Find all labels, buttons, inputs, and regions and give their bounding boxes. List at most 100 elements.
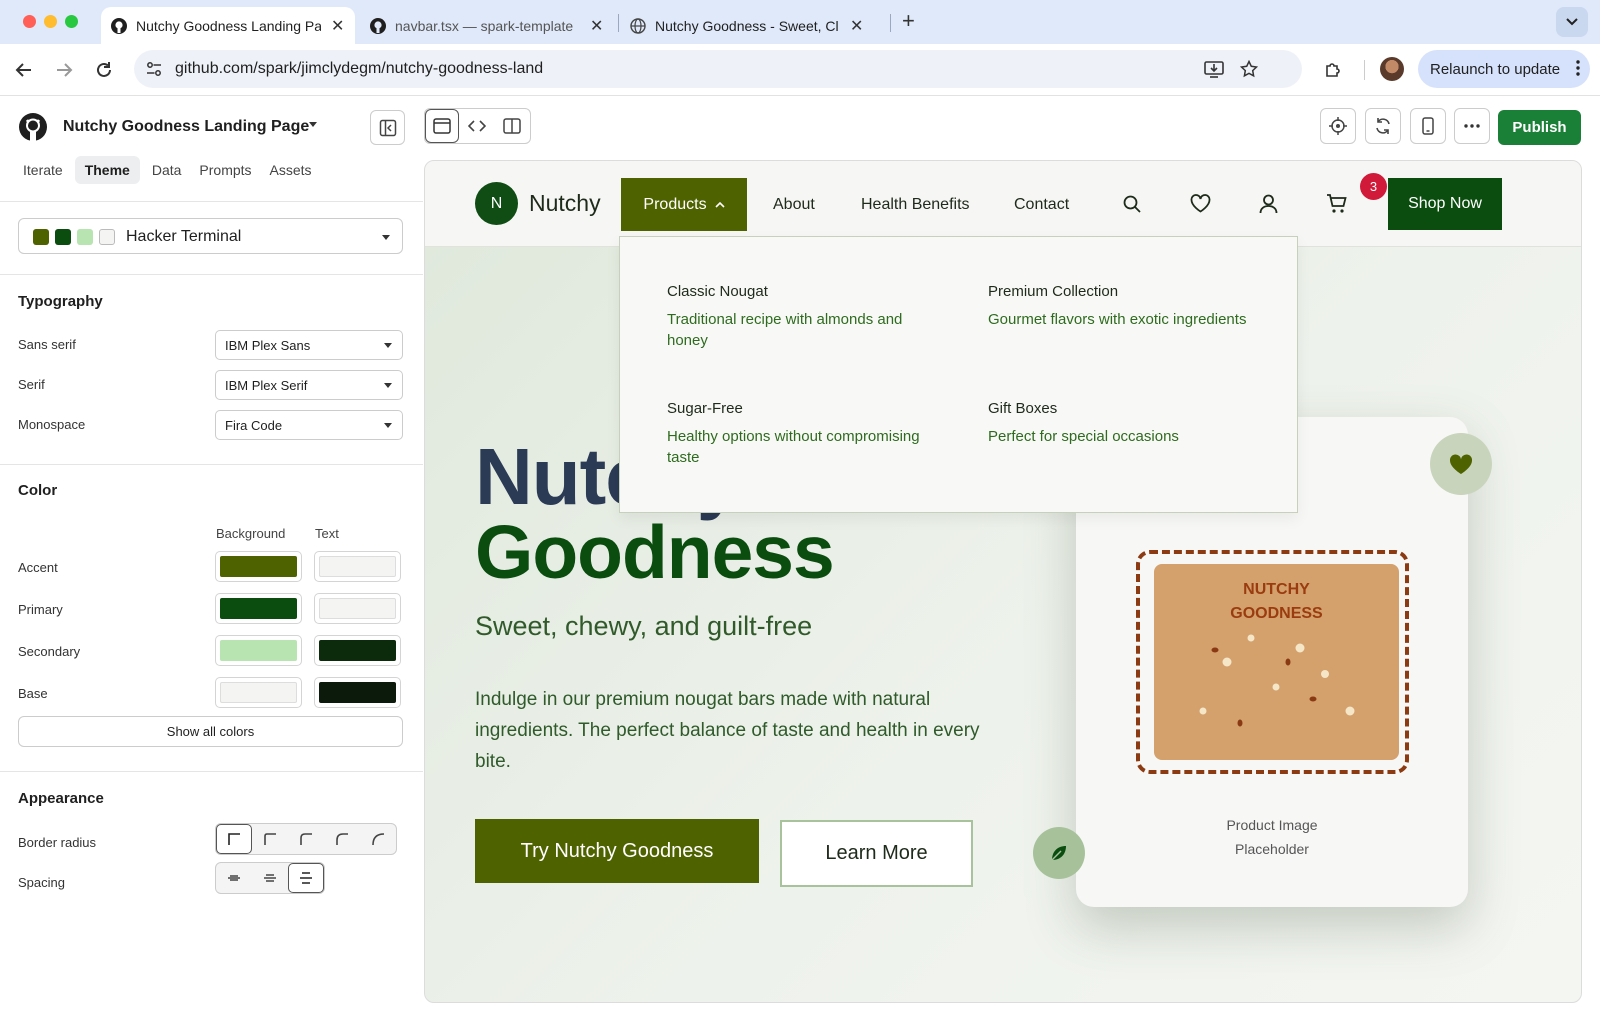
tab-search-chevron-icon[interactable] [1556,7,1588,37]
serif-select[interactable]: IBM Plex Serif [215,370,403,400]
tab-assets[interactable]: Assets [264,156,318,184]
chevron-down-icon [384,383,392,388]
radius-none-option[interactable] [216,824,252,854]
products-menu-button[interactable]: Products [621,178,747,231]
dropdown-item-desc: Healthy options without compromising tas… [667,428,920,466]
spacing-normal-option[interactable] [252,863,288,893]
font-label-mono: Monospace [18,417,86,432]
forward-arrow-icon[interactable] [50,56,78,84]
border-radius-segmented [215,823,397,855]
secondary-text-swatch[interactable] [314,635,401,666]
target-select-icon[interactable] [1320,108,1356,144]
tab-theme[interactable]: Theme [74,156,140,184]
shop-now-button[interactable]: Shop Now [1388,178,1502,230]
site-preview-frame: N Nutchy Products About Health Benefits … [424,160,1582,1003]
kebab-menu-icon[interactable] [1576,60,1580,76]
view-mode-toggle [424,108,531,144]
radius-small-option[interactable] [252,824,288,854]
publish-button[interactable]: Publish [1498,110,1581,145]
site-settings-icon[interactable] [146,61,162,77]
site-brand[interactable]: Nutchy [529,190,601,217]
address-bar[interactable]: github.com/spark/jimclydegm/nutchy-goodn… [134,50,1302,88]
site-logo[interactable]: N [475,182,518,225]
tab-iterate[interactable]: Iterate [17,156,69,184]
accent-bg-swatch[interactable] [215,551,302,582]
close-window-button[interactable] [23,15,36,28]
radius-large-option[interactable] [324,824,360,854]
typography-heading: Typography [18,293,103,310]
close-icon[interactable]: ✕ [331,16,344,36]
preview-browser-icon[interactable] [425,109,460,143]
learn-more-button[interactable]: Learn More [780,820,973,887]
back-arrow-icon[interactable] [10,56,38,84]
color-label-secondary: Secondary [18,644,81,659]
cart-count-badge: 3 [1360,173,1387,200]
toggle-sidebar-button[interactable] [370,110,405,145]
install-app-icon[interactable] [1204,60,1224,78]
tab-navbar-tsx[interactable]: navbar.tsx — spark-template ✕ [360,7,614,44]
tab-prompts[interactable]: Prompts [193,156,257,184]
radius-full-option[interactable] [360,824,396,854]
secondary-bg-swatch[interactable] [215,635,302,666]
theme-sidebar: Nutchy Goodness Landing Page Iterate The… [0,96,423,1018]
split-view-icon[interactable] [495,118,530,134]
tab-nutchy-site[interactable]: Nutchy Goodness - Sweet, Cl ✕ [620,7,874,44]
reload-icon[interactable] [90,56,118,84]
spacing-segmented [215,862,325,894]
tab-data[interactable]: Data [146,156,188,184]
mobile-preview-icon[interactable] [1410,108,1446,144]
accent-text-swatch[interactable] [314,551,401,582]
try-nutchy-button[interactable]: Try Nutchy Goodness [475,819,759,883]
border-radius-label: Border radius [18,835,97,850]
minimize-window-button[interactable] [44,15,57,28]
url-text: github.com/spark/jimclydegm/nutchy-goodn… [175,60,544,77]
close-icon[interactable]: ✕ [850,16,863,36]
relaunch-button[interactable]: Relaunch to update [1418,50,1590,88]
zoom-window-button[interactable] [65,15,78,28]
dropdown-item-classic-nougat[interactable]: Classic Nougat Traditional recipe with a… [667,283,947,351]
bookmark-star-icon[interactable] [1240,60,1258,78]
extensions-puzzle-icon[interactable] [1319,56,1347,84]
hero-description: Indulge in our premium nougat bars made … [475,689,980,772]
nougat-nuts-decoration [1199,634,1355,727]
github-logo-icon [18,112,48,142]
primary-text-swatch[interactable] [314,593,401,624]
base-bg-swatch[interactable] [215,677,302,708]
browser-tab-bar: Nutchy Goodness Landing Pa ✕ navbar.tsx … [0,0,1600,44]
spacing-relaxed-option[interactable] [288,863,324,893]
dropdown-item-gift-boxes[interactable]: Gift Boxes Perfect for special occasions [988,400,1268,447]
radius-medium-option[interactable] [288,824,324,854]
dropdown-item-title: Classic Nougat [667,283,768,300]
dropdown-item-desc: Perfect for special occasions [988,428,1179,445]
product-image-frame: NUTCHY GOODNESS [1136,550,1409,774]
spacing-label: Spacing [18,875,65,890]
nav-about[interactable]: About [773,196,815,214]
cart-icon[interactable] [1326,194,1347,214]
profile-avatar[interactable] [1380,57,1404,81]
sans-serif-select[interactable]: IBM Plex Sans [215,330,403,360]
search-icon[interactable] [1122,194,1142,214]
theme-select[interactable]: Hacker Terminal [18,218,403,254]
new-tab-plus-icon[interactable]: + [902,8,915,34]
code-brackets-icon[interactable] [459,120,494,132]
monospace-select[interactable]: Fira Code [215,410,403,440]
tab-nutchy-landing[interactable]: Nutchy Goodness Landing Pa ✕ [101,7,355,44]
project-title[interactable]: Nutchy Goodness Landing Page [63,118,309,136]
primary-bg-swatch[interactable] [215,593,302,624]
heart-icon[interactable] [1190,194,1211,213]
show-all-colors-button[interactable]: Show all colors [18,716,403,747]
user-icon[interactable] [1259,194,1278,214]
spacing-compact-option[interactable] [216,863,252,893]
base-text-swatch[interactable] [314,677,401,708]
nav-contact[interactable]: Contact [1014,196,1069,214]
dropdown-item-sugar-free[interactable]: Sugar-Free Healthy options without compr… [667,400,947,468]
favorite-heart-icon[interactable] [1430,433,1492,495]
project-caret-icon[interactable] [309,122,317,127]
refresh-preview-icon[interactable] [1365,108,1401,144]
more-options-icon[interactable] [1454,108,1490,144]
dropdown-item-premium-collection[interactable]: Premium Collection Gourmet flavors with … [988,283,1268,330]
products-dropdown-menu: Classic Nougat Traditional recipe with a… [619,236,1298,513]
close-icon[interactable]: ✕ [590,16,603,36]
nav-health-benefits[interactable]: Health Benefits [861,196,970,214]
dropdown-item-title: Sugar-Free [667,400,743,417]
